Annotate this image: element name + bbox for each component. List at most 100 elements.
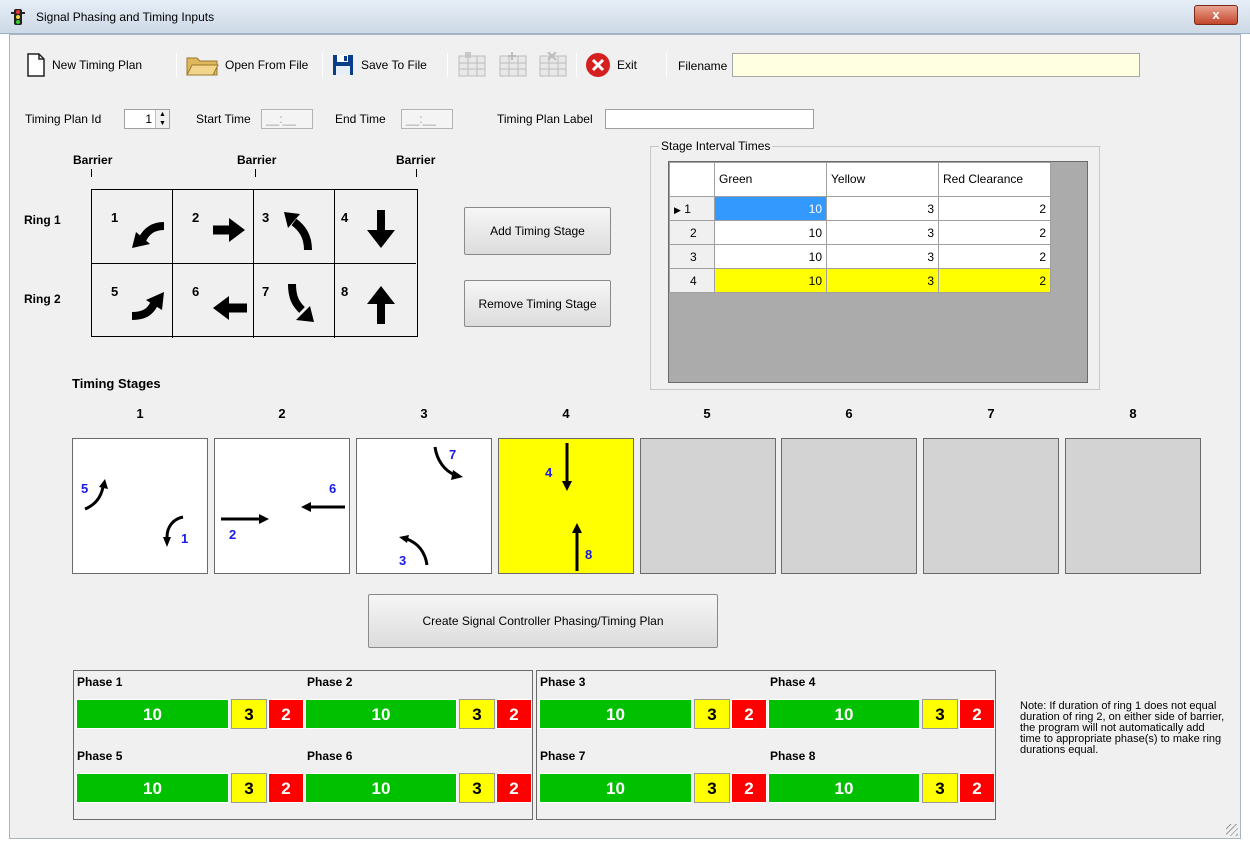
new-timing-plan-label: New Timing Plan <box>52 58 143 72</box>
start-time-input[interactable]: __:__ <box>261 109 313 129</box>
phase-5-red: 2 <box>268 773 304 803</box>
stage-number-7: 7 <box>987 406 995 421</box>
timing-stage-8[interactable] <box>1065 438 1201 574</box>
phase-cell-7[interactable]: 7 <box>254 264 335 338</box>
row-header[interactable]: ▶ 1 <box>669 196 715 221</box>
open-from-file-button[interactable]: Open From File <box>185 51 308 79</box>
timing-plan-id-spinner[interactable]: 1 ▲ ▼ <box>124 109 170 129</box>
new-timing-plan-button[interactable]: New Timing Plan <box>26 51 142 79</box>
timing-stage-6[interactable] <box>781 438 917 574</box>
barrier-tick <box>255 169 256 177</box>
interval-row[interactable]: 2 10 3 2 <box>669 220 1051 245</box>
interval-row[interactable]: ▶ 1 10 3 2 <box>669 196 1051 221</box>
stage-interval-grid[interactable]: Green Yellow Red Clearance ▶ 1 10 3 2 2 … <box>668 161 1088 383</box>
spinner-arrows-icon[interactable]: ▲ ▼ <box>155 110 169 128</box>
left-turn-arrow-icon <box>132 222 165 248</box>
yellow-cell[interactable]: 3 <box>826 196 939 221</box>
column-header-yellow[interactable]: Yellow <box>826 162 939 197</box>
ring-duration-note: Note: If duration of ring 1 does not equ… <box>1020 700 1225 756</box>
window-body: New Timing Plan Open From File Save To F… <box>9 34 1241 839</box>
interval-row[interactable]: 4 10 3 2 <box>669 268 1051 293</box>
title-bar: Signal Phasing and Timing Inputs x <box>0 0 1250 34</box>
filename-input[interactable] <box>732 53 1140 77</box>
row-header[interactable]: 2 <box>669 220 715 245</box>
phase-6-red: 2 <box>496 773 532 803</box>
end-time-input[interactable]: __:__ <box>401 109 453 129</box>
stage-3-movements: 7 3 <box>399 446 463 568</box>
phase-number: 6 <box>192 284 200 299</box>
phase-1-red: 2 <box>268 699 304 729</box>
timing-stage-7[interactable] <box>923 438 1059 574</box>
phase-number: 5 <box>111 284 119 299</box>
stage-number-8: 8 <box>1129 406 1137 421</box>
red-clearance-cell[interactable]: 2 <box>938 268 1051 293</box>
remove-timing-stage-button[interactable]: Remove Timing Stage <box>464 280 611 327</box>
row-header[interactable]: 3 <box>669 244 715 269</box>
phase-panel-right: Phase 3 Phase 4 10 3 2 10 3 2 Phase 7 Ph… <box>536 670 996 820</box>
timing-plan-label-label: Timing Plan Label <box>497 112 593 126</box>
red-clearance-cell[interactable]: 2 <box>938 196 1051 221</box>
phase-label: 6 <box>329 481 336 496</box>
ring-phase-grid: 1 2 3 4 5 6 7 8 <box>91 189 418 338</box>
phase-8-title: Phase 8 <box>770 749 816 763</box>
row-header-corner <box>669 162 715 197</box>
timing-stage-1[interactable]: 5 1 <box>72 438 208 574</box>
phase-1-yellow: 3 <box>231 699 267 729</box>
column-header-red-clearance[interactable]: Red Clearance <box>938 162 1051 197</box>
yellow-cell[interactable]: 3 <box>826 268 939 293</box>
phase-7-red: 2 <box>731 773 767 803</box>
phase-3-red: 2 <box>731 699 767 729</box>
phase-cell-5[interactable]: 5 <box>92 264 173 338</box>
toolbar-separator <box>576 53 577 77</box>
phase-4-title: Phase 4 <box>770 675 816 689</box>
stage-number-1: 1 <box>136 406 144 421</box>
phase-3-title: Phase 3 <box>540 675 586 689</box>
phase-number: 1 <box>111 210 119 225</box>
interval-row[interactable]: 3 10 3 2 <box>669 244 1051 269</box>
phase-label: 4 <box>545 465 553 480</box>
filename-label: Filename <box>678 59 728 73</box>
phase-8-green: 10 <box>768 773 920 803</box>
phase-number: 3 <box>262 210 270 225</box>
stage-number-2: 2 <box>278 406 286 421</box>
phase-cell-6[interactable]: 6 <box>173 264 254 338</box>
arrowhead-icon <box>259 514 269 524</box>
green-cell[interactable]: 10 <box>714 196 827 221</box>
green-cell[interactable]: 10 <box>714 220 827 245</box>
phase-cell-3[interactable]: 3 <box>254 190 335 264</box>
timing-stage-5[interactable] <box>640 438 776 574</box>
arrowhead-icon <box>451 470 463 480</box>
add-timing-stage-button[interactable]: Add Timing Stage <box>464 207 611 255</box>
phase-6-yellow: 3 <box>459 773 495 803</box>
phase-cell-2[interactable]: 2 <box>173 190 254 264</box>
timing-stage-2[interactable]: 2 6 <box>214 438 350 574</box>
red-clearance-cell[interactable]: 2 <box>938 220 1051 245</box>
phase-cell-8[interactable]: 8 <box>335 264 416 338</box>
phase-panel-left: Phase 1 Phase 2 10 3 2 10 3 2 Phase 5 Ph… <box>73 670 533 820</box>
exit-button[interactable]: Exit <box>585 51 637 79</box>
table-disabled-icon <box>458 52 486 77</box>
barrier-label-middle: Barrier <box>237 153 277 167</box>
arrowhead-icon <box>99 479 108 489</box>
timing-stage-3[interactable]: 7 3 <box>356 438 492 574</box>
close-window-button[interactable]: x <box>1194 5 1238 25</box>
phase-cell-1[interactable]: 1 <box>92 190 173 264</box>
phase-7-green: 10 <box>539 773 692 803</box>
create-signal-plan-button[interactable]: Create Signal Controller Phasing/Timing … <box>368 594 718 648</box>
row-header[interactable]: 4 <box>669 268 715 293</box>
red-clearance-cell[interactable]: 2 <box>938 244 1051 269</box>
save-to-file-button[interactable]: Save To File <box>331 51 427 79</box>
resize-grip-icon[interactable] <box>1226 824 1238 836</box>
phase-label: 2 <box>229 527 236 542</box>
open-from-file-label: Open From File <box>225 58 309 72</box>
yellow-cell[interactable]: 3 <box>826 244 939 269</box>
phase-label: 1 <box>181 531 188 546</box>
green-cell[interactable]: 10 <box>714 244 827 269</box>
timing-plan-label-input[interactable] <box>605 109 814 129</box>
green-cell[interactable]: 10 <box>714 268 827 293</box>
phase-label: 3 <box>399 553 406 568</box>
column-header-green[interactable]: Green <box>714 162 827 197</box>
yellow-cell[interactable]: 3 <box>826 220 939 245</box>
phase-cell-4[interactable]: 4 <box>335 190 416 264</box>
timing-stage-4[interactable]: 4 8 <box>498 438 634 574</box>
